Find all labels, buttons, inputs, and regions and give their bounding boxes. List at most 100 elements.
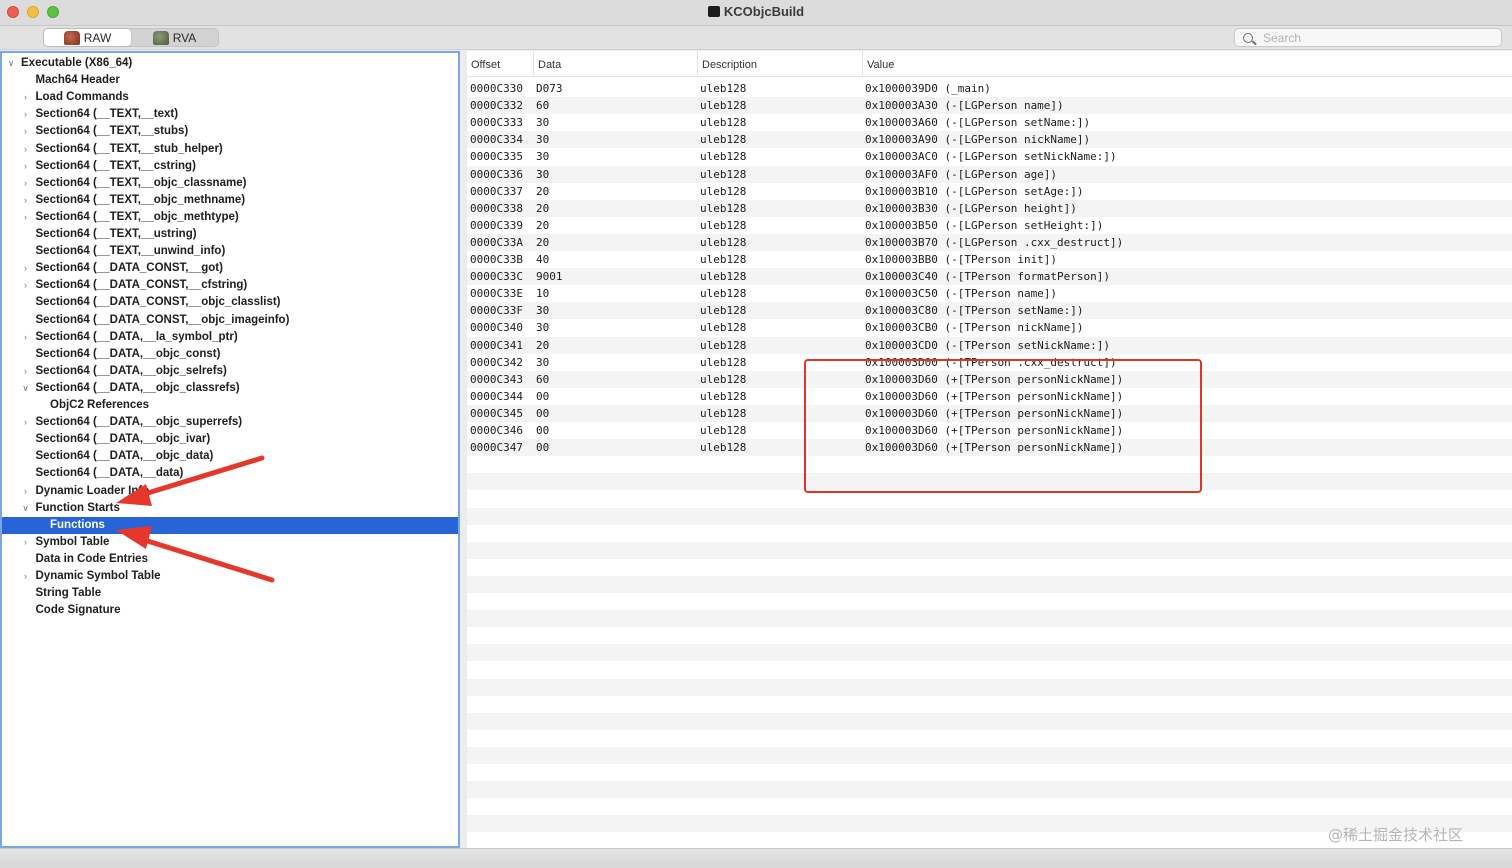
description-cell: uleb128 <box>700 235 747 249</box>
disclosure-closed-icon[interactable]: › <box>20 534 32 551</box>
tree-node-section64-data-data[interactable]: Section64 (__DATA,__data) <box>2 465 458 482</box>
disclosure-closed-icon[interactable]: › <box>20 192 32 209</box>
table-row[interactable]: 0000C337 20 uleb128 0x100003B10 (-[LGPerson… <box>467 183 1512 200</box>
disclosure-closed-icon[interactable]: › <box>20 260 32 277</box>
tree-node-section64-data-la-symbol-ptr[interactable]: › Section64 (__DATA,__la_symbol_ptr) <box>2 329 458 346</box>
offset-cell: 0000C336 <box>470 167 523 181</box>
disclosure-closed-icon[interactable]: › <box>20 89 32 106</box>
disclosure-closed-icon[interactable]: › <box>20 123 32 140</box>
empty-row-stripe <box>467 541 1512 559</box>
tree-node-executable-x86-64[interactable]: ∨ Executable (X86_64) <box>2 55 458 72</box>
column-header-offset[interactable]: Offset <box>467 51 533 77</box>
outline-tree[interactable]: ∨ Executable (X86_64) Mach64 Header › Load C… <box>0 51 460 848</box>
tree-node-section64-text-objc-methname[interactable]: › Section64 (__TEXT,__objc_methname) <box>2 192 458 209</box>
description-cell: uleb128 <box>700 424 747 437</box>
tree-node-string-table[interactable]: String Table <box>2 585 458 602</box>
disclosure-closed-icon[interactable]: › <box>20 141 32 158</box>
table-row[interactable]: 0000C341 20 uleb128 0x100003CD0 (-[TPerson … <box>467 336 1512 354</box>
tree-node-section64-text-ustring[interactable]: Section64 (__TEXT,__ustring) <box>2 226 458 243</box>
table-row[interactable]: 0000C330 D073 uleb128 0x1000039D0 (_main) <box>467 80 1512 97</box>
offset-cell: 0000C335 <box>470 150 523 164</box>
tree-node-section64-text-stubs[interactable]: › Section64 (__TEXT,__stubs) <box>2 123 458 140</box>
description-cell: uleb128 <box>700 406 747 420</box>
tree-node-section64-text-cstring[interactable]: › Section64 (__TEXT,__cstring) <box>2 158 458 175</box>
table-row[interactable]: 0000C33A 20 uleb128 0x100003B70 (-[LGPerson… <box>467 233 1512 251</box>
table-row[interactable]: 0000C33F 30 uleb128 0x100003C80 (-[TPerson … <box>467 302 1512 320</box>
column-header-data[interactable]: Data <box>533 51 697 77</box>
search-field[interactable] <box>1234 28 1502 47</box>
data-cell: 30 <box>536 355 550 369</box>
disclosure-closed-icon[interactable]: › <box>20 158 32 175</box>
disclosure-closed-icon[interactable]: › <box>20 329 32 346</box>
table-row[interactable]: 0000C340 30 uleb128 0x100003CB0 (-[TPerson … <box>467 319 1512 336</box>
disclosure-closed-icon[interactable]: › <box>20 568 32 585</box>
tree-node-label: Executable (X86_64) <box>21 57 133 69</box>
tree-node-data-in-code-entries[interactable]: Data in Code Entries <box>2 551 458 568</box>
disclosure-closed-icon[interactable]: › <box>20 106 32 123</box>
column-header-description[interactable]: Description <box>697 51 862 77</box>
rva-segment-button[interactable]: RVA <box>131 29 218 46</box>
offset-cell: 0000C343 <box>470 372 523 386</box>
disclosure-closed-icon[interactable]: › <box>20 209 32 226</box>
disclosure-open-icon[interactable]: ∨ <box>20 500 32 517</box>
disclosure-closed-icon[interactable]: › <box>20 414 32 431</box>
tree-node-label: Section64 (__DATA,__objc_classrefs) <box>35 381 240 394</box>
tree-node-section64-data-const-got[interactable]: › Section64 (__DATA_CONST,__got) <box>2 260 458 277</box>
disclosure-closed-icon[interactable]: › <box>20 175 32 192</box>
disclosure-closed-icon[interactable]: › <box>20 363 32 380</box>
column-header-value[interactable]: Value <box>862 51 1512 77</box>
tree-node-dynamic-symbol-table[interactable]: › Dynamic Symbol Table <box>2 568 458 585</box>
tree-node-load-commands[interactable]: › Load Commands <box>2 89 458 106</box>
empty-row-stripe <box>467 610 1512 628</box>
tree-node-section64-text-unwind-info[interactable]: Section64 (__TEXT,__unwind_info) <box>2 243 458 260</box>
tree-node-label: String Table <box>35 587 102 600</box>
offset-cell: 0000C33A <box>470 235 523 249</box>
rva-segment-label: RVA <box>172 30 197 45</box>
table-row[interactable]: 0000C33E 10 uleb128 0x100003C50 (-[TPerson … <box>467 285 1512 302</box>
table-row[interactable]: 0000C336 30 uleb128 0x100003AF0 (-[LGPerson… <box>467 165 1512 183</box>
data-cell: 20 <box>536 235 550 249</box>
table-row[interactable]: 0000C33B 40 uleb128 0x100003BB0 (-[TPerson … <box>467 251 1512 268</box>
disclosure-open-icon[interactable]: ∨ <box>20 380 32 397</box>
disclosure-closed-icon[interactable]: › <box>20 277 32 294</box>
table-row[interactable]: 0000C338 20 uleb128 0x100003B30 (-[LGPerson… <box>467 199 1512 217</box>
tree-node-section64-data-objc-const[interactable]: Section64 (__DATA,__objc_const) <box>2 346 458 363</box>
tree-node-section64-data-objc-ivar[interactable]: Section64 (__DATA,__objc_ivar) <box>2 431 458 448</box>
table-row[interactable]: 0000C339 20 uleb128 0x100003B50 (-[LGPerson… <box>467 217 1512 234</box>
tree-node-dynamic-loader-info[interactable]: › Dynamic Loader Info <box>2 483 458 500</box>
table-row[interactable]: 0000C334 30 uleb128 0x100003A90 (-[LGPerson… <box>467 131 1512 149</box>
offset-cell: 0000C341 <box>470 338 523 352</box>
disclosure-closed-icon[interactable]: › <box>20 483 32 500</box>
tree-node-section64-text-text[interactable]: › Section64 (__TEXT,__text) <box>2 106 458 123</box>
table-row[interactable]: 0000C335 30 uleb128 0x100003AC0 (-[LGPerson… <box>467 148 1512 165</box>
disclosure-open-icon[interactable]: ∨ <box>5 55 17 72</box>
raw-segment-label: RAW <box>83 30 112 45</box>
tree-node-section64-data-objc-selrefs[interactable]: › Section64 (__DATA,__objc_selrefs) <box>2 363 458 380</box>
tree-node-code-signature[interactable]: Code Signature <box>2 602 458 619</box>
tree-node-section64-text-objc-methtype[interactable]: › Section64 (__TEXT,__objc_methtype) <box>2 209 458 226</box>
raw-segment-button[interactable]: RAW <box>44 29 131 46</box>
tree-node-objc2-references[interactable]: ObjC2 References <box>2 397 458 414</box>
search-input[interactable] <box>1263 30 1493 45</box>
offset-cell: 0000C347 <box>470 441 523 455</box>
data-cell: 00 <box>536 406 550 420</box>
tree-node-section64-data-objc-classrefs[interactable]: ∨ Section64 (__DATA,__objc_classrefs) <box>2 380 458 397</box>
table-row[interactable]: 0000C332 60 uleb128 0x100003A30 (-[LGPerson… <box>467 97 1512 115</box>
tree-node-mach64-header[interactable]: Mach64 Header <box>2 72 458 89</box>
tree-node-section64-data-const-cfstring[interactable]: › Section64 (__DATA_CONST,__cfstring) <box>2 277 458 294</box>
tree-node-section64-data-const-objc-imageinfo[interactable]: Section64 (__DATA_CONST,__objc_imageinfo… <box>2 312 458 329</box>
description-cell: uleb128 <box>700 389 747 403</box>
tree-node-section64-text-objc-classname[interactable]: › Section64 (__TEXT,__objc_classname) <box>2 175 458 192</box>
data-cell: 30 <box>536 321 550 335</box>
tree-node-section64-data-objc-superrefs[interactable]: › Section64 (__DATA,__objc_superrefs) <box>2 414 458 431</box>
table-row[interactable]: 0000C333 30 uleb128 0x100003A60 (-[LGPerson… <box>467 114 1512 131</box>
tree-node-section64-data-objc-data[interactable]: Section64 (__DATA,__objc_data) <box>2 448 458 465</box>
tree-node-function-starts[interactable]: ∨ Function Starts <box>2 500 458 517</box>
table-row[interactable]: 0000C33C 9001 uleb128 0x100003C40 (-[TPerso… <box>467 268 1512 286</box>
tree-node-functions[interactable]: Functions <box>2 516 458 534</box>
tree-node-symbol-table[interactable]: › Symbol Table <box>2 534 458 551</box>
offset-cell: 0000C333 <box>470 116 523 130</box>
tree-node-section64-text-stub-helper[interactable]: › Section64 (__TEXT,__stub_helper) <box>2 141 458 158</box>
offset-cell: 0000C332 <box>470 99 523 113</box>
tree-node-section64-data-const-objc-classlist[interactable]: Section64 (__DATA_CONST,__objc_classlist… <box>2 294 458 311</box>
